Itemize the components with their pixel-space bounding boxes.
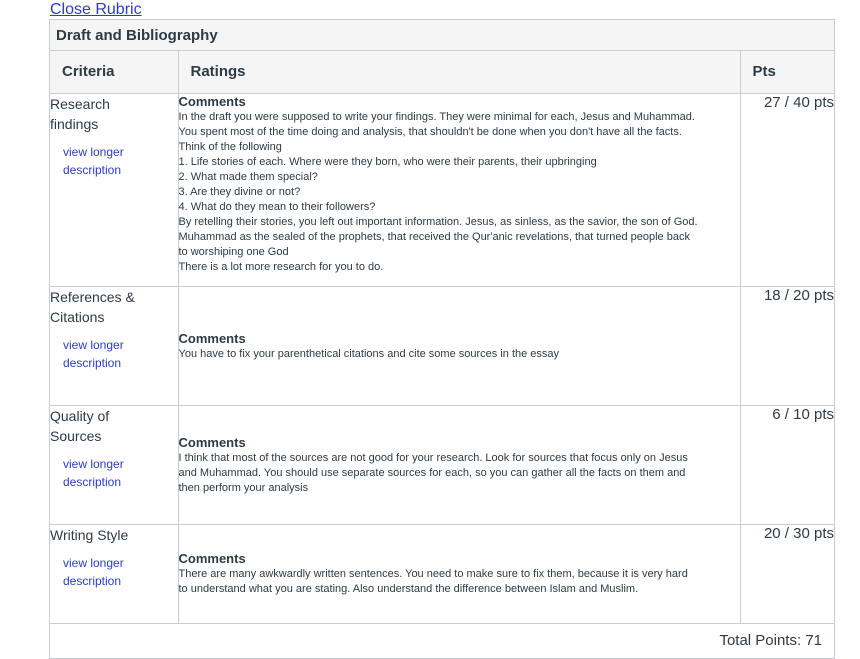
criterion-row-references-citations: References & Citations view longer descr… (50, 286, 834, 406)
points-value: 6 / 10 pts (740, 405, 834, 525)
points-value: 27 / 40 pts (740, 93, 834, 287)
link-text: description (63, 573, 122, 588)
comment-line: I think that most of the sources are not… (178, 451, 688, 464)
comment-line: 4. What do they mean to their followers? (178, 200, 376, 213)
comments-label: Comments (178, 330, 246, 346)
comments-label: Comments (178, 550, 246, 566)
criterion-name-line: findings (50, 115, 99, 132)
criterion-name: Research findings (50, 94, 178, 134)
criterion-name-line: References & (50, 288, 135, 305)
points-value: 18 / 20 pts (740, 286, 834, 406)
ratings-cell: Comments In the draft you were supposed … (178, 93, 741, 287)
comment-line: then perform your analysis (178, 481, 309, 494)
criterion-cell: Writing Style view longer description (50, 524, 179, 624)
criterion-name-line: Research (50, 95, 110, 112)
close-rubric-link[interactable]: Close Rubric (50, 0, 142, 19)
criterion-row-research-findings: Research findings view longer descriptio… (50, 93, 834, 287)
comment-line: 1. Life stories of each. Where were they… (178, 155, 597, 168)
comment-line: Think of the following (178, 140, 282, 153)
view-longer-description-link[interactable]: view longer description (50, 336, 178, 372)
comment-line: By retelling their stories, you left out… (178, 215, 698, 228)
link-text: description (63, 355, 122, 370)
comment-line: In the draft you were supposed to write … (178, 110, 695, 123)
comment-line: Muhammad as the sealed of the prophets, … (178, 230, 690, 243)
comment-text: In the draft you were supposed to write … (179, 110, 740, 275)
comment-line: You spent most of the time doing and ana… (178, 125, 682, 138)
ratings-cell: Comments I think that most of the source… (178, 405, 741, 525)
comment-line: to understand what you are stating. Also… (178, 582, 639, 595)
link-text: description (63, 474, 122, 489)
view-longer-description-link[interactable]: view longer description (50, 143, 178, 179)
comment-text: You have to fix your parenthetical citat… (179, 347, 740, 362)
comment-line: There is a lot more research for you to … (178, 260, 384, 273)
criterion-name: Quality of Sources (50, 406, 178, 446)
view-longer-description-link[interactable]: view longer description (50, 455, 178, 491)
comments-label: Comments (178, 434, 246, 450)
criterion-name: References & Citations (50, 287, 178, 327)
link-text: view longer (63, 456, 124, 471)
link-text: description (63, 162, 122, 177)
ratings-cell: Comments There are many awkwardly writte… (178, 524, 741, 624)
link-text: view longer (63, 337, 124, 352)
criterion-cell: Quality of Sources view longer descripti… (50, 405, 179, 525)
link-text: view longer (63, 144, 124, 159)
total-points: Total Points: 71 (719, 632, 822, 649)
rubric-title: Draft and Bibliography (50, 20, 834, 51)
comment-text: I think that most of the sources are not… (179, 451, 740, 496)
criterion-name-line: Writing Style (50, 526, 129, 543)
ratings-cell: Comments You have to fix your parentheti… (178, 286, 741, 406)
points-value: 20 / 30 pts (740, 524, 834, 624)
comment-line: to worshiping one God (178, 245, 289, 258)
criterion-cell: Research findings view longer descriptio… (50, 93, 179, 287)
criterion-cell: References & Citations view longer descr… (50, 286, 179, 406)
comment-line: 3. Are they divine or not? (178, 185, 301, 198)
criterion-row-quality-of-sources: Quality of Sources view longer descripti… (50, 405, 834, 525)
comments-label: Comments (178, 93, 246, 109)
criterion-row-writing-style: Writing Style view longer description Co… (50, 524, 834, 624)
comment-line: and Muhammad. You should use separate so… (178, 466, 686, 479)
criteria-header: Criteria (50, 51, 179, 94)
ratings-header: Ratings (178, 51, 741, 94)
criterion-name-line: Citations (50, 308, 105, 325)
criterion-name: Writing Style (50, 525, 178, 545)
link-text: view longer (63, 555, 124, 570)
comment-line: You have to fix your parenthetical citat… (178, 347, 560, 360)
pts-header: Pts (740, 51, 834, 94)
view-longer-description-link[interactable]: view longer description (50, 554, 178, 590)
rubric-panel: Draft and Bibliography Criteria Ratings … (49, 19, 835, 659)
criterion-name-line: Sources (50, 427, 102, 444)
comment-line: 2. What made them special? (178, 170, 318, 183)
rubric-table: Criteria Ratings Pts Research findings v… (50, 51, 834, 624)
comment-text: There are many awkwardly written sentenc… (179, 567, 740, 597)
criterion-name-line: Quality of (50, 407, 110, 424)
comment-line: There are many awkwardly written sentenc… (178, 567, 688, 580)
